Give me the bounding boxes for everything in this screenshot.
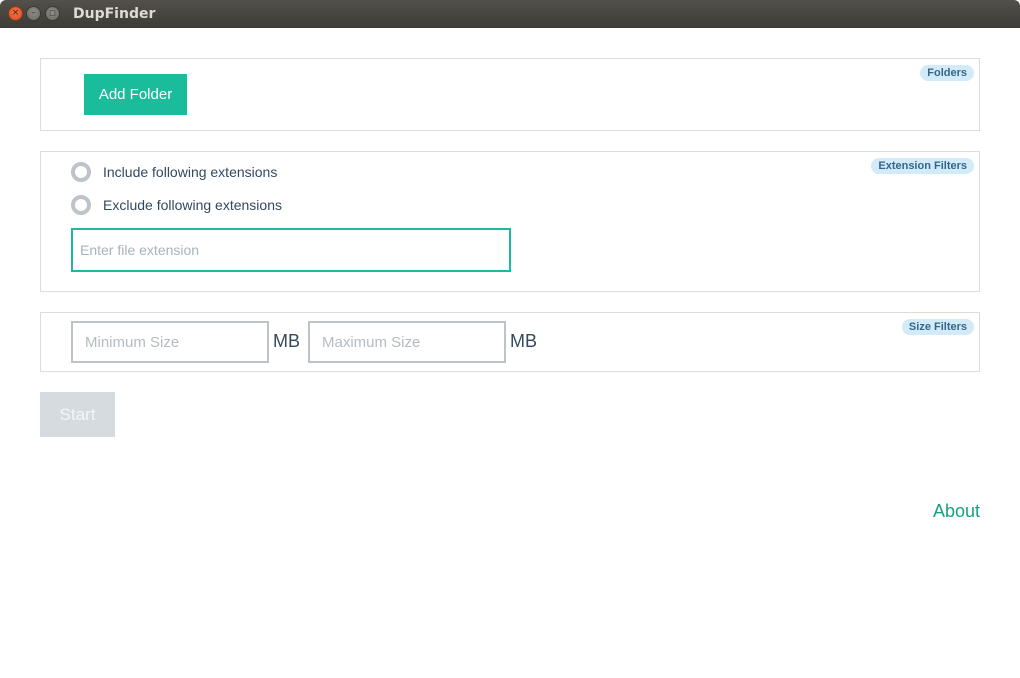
extension-filters-panel: Extension Filters Include following exte… [40, 151, 980, 292]
extension-filters-badge: Extension Filters [871, 158, 974, 174]
file-extension-input[interactable] [71, 228, 511, 272]
close-icon: × [11, 8, 20, 18]
exclude-extensions-option[interactable]: Exclude following extensions [71, 195, 282, 215]
folders-panel: Folders Add Folder [40, 58, 980, 131]
size-filters-panel: Size Filters MB MB [40, 312, 980, 372]
maximize-window-button[interactable]: □ [45, 6, 60, 21]
size-filters-badge: Size Filters [901, 319, 974, 335]
window-title: DupFinder [73, 6, 156, 22]
about-link[interactable]: About [933, 501, 980, 522]
minimum-size-unit: MB [273, 331, 300, 351]
maximize-icon: □ [49, 9, 56, 17]
close-window-button[interactable]: × [8, 6, 23, 21]
start-button[interactable]: Start [40, 392, 115, 437]
include-extensions-label: Include following extensions [103, 164, 278, 180]
include-extensions-radio[interactable] [71, 162, 91, 182]
minimum-size-input[interactable] [71, 321, 269, 363]
maximum-size-unit: MB [510, 331, 537, 351]
minimize-icon: – [31, 8, 36, 18]
minimize-window-button[interactable]: – [26, 6, 41, 21]
title-bar: × – □ DupFinder [0, 0, 1020, 28]
maximum-size-input[interactable] [308, 321, 506, 363]
add-folder-button[interactable]: Add Folder [84, 74, 187, 115]
folders-badge: Folders [920, 65, 974, 81]
exclude-extensions-radio[interactable] [71, 195, 91, 215]
exclude-extensions-label: Exclude following extensions [103, 197, 282, 213]
include-extensions-option[interactable]: Include following extensions [71, 162, 277, 182]
